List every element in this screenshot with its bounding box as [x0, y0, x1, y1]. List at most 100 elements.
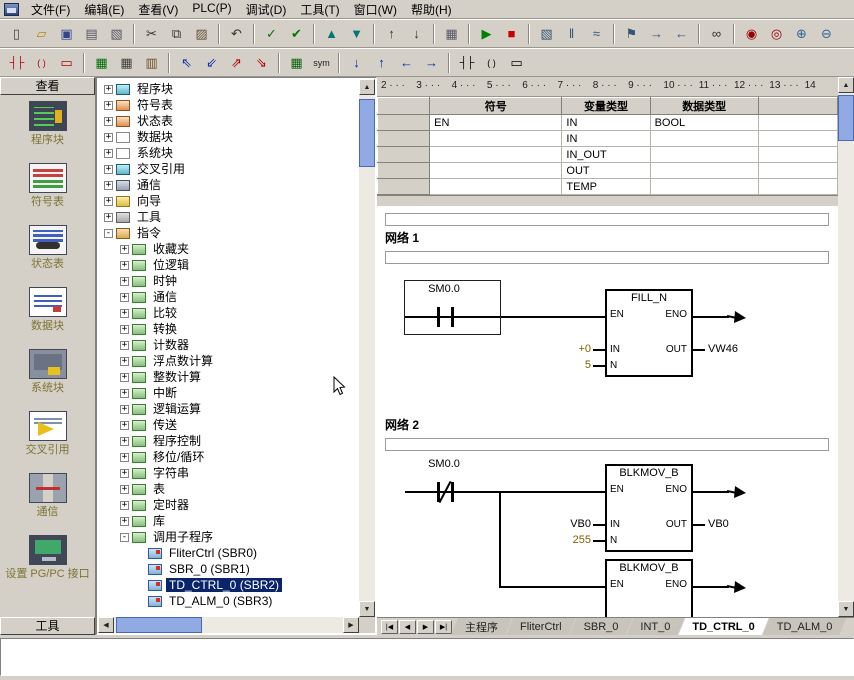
collapse-icon[interactable]: -: [120, 533, 129, 542]
expand-icon[interactable]: +: [120, 341, 129, 350]
tab-td-alm-0[interactable]: TD_ALM_0: [763, 618, 847, 635]
menu-item-file[interactable]: 文件(F): [24, 0, 77, 20]
tree-item-program-control[interactable]: +程序控制: [98, 433, 359, 449]
first-tab-button[interactable]: |◀: [381, 620, 398, 634]
empty-cell[interactable]: [758, 147, 837, 163]
expand-icon[interactable]: +: [120, 277, 129, 286]
insert-contact-icon[interactable]: ┤├: [5, 52, 28, 74]
tree-item-timers[interactable]: +定时器: [98, 497, 359, 513]
stop-icon[interactable]: ■: [500, 23, 523, 45]
viewbar-item-system-block[interactable]: 系统块: [0, 349, 95, 411]
symbol-cell[interactable]: [430, 163, 562, 179]
row-selector[interactable]: [378, 115, 430, 131]
viewbar-item-communications[interactable]: 通信: [0, 473, 95, 535]
tree-item-system-block[interactable]: +系统块: [98, 145, 359, 161]
find-icon[interactable]: ∞: [705, 23, 728, 45]
tree-item-logical-operations[interactable]: +逻辑运算: [98, 401, 359, 417]
expand-icon[interactable]: +: [120, 293, 129, 302]
symbol-info-toggle-icon[interactable]: ▥: [140, 52, 163, 74]
tree-item-table[interactable]: +表: [98, 481, 359, 497]
branch-remove-icon[interactable]: ⇘: [250, 52, 273, 74]
scroll-right-button[interactable]: ▶: [343, 617, 359, 633]
branch-insert-icon[interactable]: ⇗: [225, 52, 248, 74]
tree-item-compare[interactable]: +比较: [98, 305, 359, 321]
ladder-canvas[interactable]: 网络 1SM0.0FILL_NENIN+0N5ENOOUTVW46网络 2SM0…: [377, 207, 838, 619]
options-icon[interactable]: ▦: [440, 23, 463, 45]
tree-item-communications[interactable]: +通信: [98, 177, 359, 193]
tree-item-call-subroutines[interactable]: -调用子程序: [98, 529, 359, 545]
operand-value[interactable]: VB0: [708, 518, 729, 530]
line-right-icon[interactable]: →: [420, 52, 443, 74]
contact-element-icon[interactable]: ┤├: [455, 52, 478, 74]
expand-icon[interactable]: +: [120, 517, 129, 526]
scroll-up-button[interactable]: ▲: [838, 77, 854, 93]
expand-icon[interactable]: +: [120, 405, 129, 414]
pause-status-icon[interactable]: ‖: [560, 23, 583, 45]
tree-vertical-scrollbar[interactable]: ▲ ▼: [359, 79, 375, 617]
var-table-header[interactable]: 变量类型: [562, 98, 650, 115]
tree-item-interrupt[interactable]: +中断: [98, 385, 359, 401]
expand-icon[interactable]: +: [104, 85, 113, 94]
tree-item-symbol-table[interactable]: +符号表: [98, 97, 359, 113]
tree-item-shift-rotate[interactable]: +移位/循环: [98, 449, 359, 465]
tree-item-convert[interactable]: +转换: [98, 321, 359, 337]
last-tab-button[interactable]: ▶|: [435, 620, 452, 634]
tree-item-status-chart[interactable]: +状态表: [98, 113, 359, 129]
expand-icon[interactable]: +: [104, 181, 113, 190]
tree-item-sub-td-ctrl-0[interactable]: TD_CTRL_0 (SBR2): [98, 577, 359, 593]
tools-bar-button[interactable]: 工具: [0, 617, 95, 635]
menu-item-tools[interactable]: 工具(T): [293, 0, 346, 20]
compile-icon[interactable]: ✓: [260, 23, 283, 45]
force-icon[interactable]: ◉: [740, 23, 763, 45]
sort-ascending-icon[interactable]: ↑: [380, 23, 403, 45]
tree-item-integer-math[interactable]: +整数计算: [98, 369, 359, 385]
symbol-cell[interactable]: [430, 147, 562, 163]
network-comment-box[interactable]: [385, 438, 829, 451]
expand-icon[interactable]: +: [120, 501, 129, 510]
insert-coil-icon[interactable]: ( ): [30, 52, 53, 74]
tree-item-favorites[interactable]: +收藏夹: [98, 241, 359, 257]
tree-item-tools[interactable]: +工具: [98, 209, 359, 225]
tree-item-program-block[interactable]: +程序块: [98, 81, 359, 97]
network-comment-box[interactable]: [385, 251, 829, 264]
cut-icon[interactable]: ✂: [140, 23, 163, 45]
menu-item-help[interactable]: 帮助(H): [404, 0, 459, 20]
data-type-cell[interactable]: [650, 147, 758, 163]
scroll-down-button[interactable]: ▼: [359, 601, 375, 617]
empty-cell[interactable]: [758, 179, 837, 195]
tree-item-wizards[interactable]: +向导: [98, 193, 359, 209]
app-icon[interactable]: [4, 3, 19, 16]
operand-value[interactable]: VB0: [527, 518, 591, 530]
bookmark-prev-icon[interactable]: ←: [670, 23, 693, 45]
data-type-cell[interactable]: BOOL: [650, 115, 758, 131]
scroll-thumb[interactable]: [116, 617, 202, 633]
tree-item-counters[interactable]: +计数器: [98, 337, 359, 353]
tab-main[interactable]: 主程序: [451, 618, 512, 635]
scroll-down-button[interactable]: ▼: [838, 601, 854, 617]
write-all-forced-icon[interactable]: ⊖: [815, 23, 838, 45]
expand-icon[interactable]: +: [120, 309, 129, 318]
bookmark-next-icon[interactable]: →: [645, 23, 668, 45]
expand-icon[interactable]: +: [120, 453, 129, 462]
expand-icon[interactable]: +: [120, 261, 129, 270]
expand-icon[interactable]: +: [104, 101, 113, 110]
next-tab-button[interactable]: ▶: [417, 620, 434, 634]
expand-icon[interactable]: +: [120, 485, 129, 494]
tree-item-sub-fliterctrl[interactable]: FliterCtrl (SBR0): [98, 545, 359, 561]
tree-item-data-block[interactable]: +数据块: [98, 129, 359, 145]
coil-element-icon[interactable]: ( ): [480, 52, 503, 74]
menu-item-edit[interactable]: 编辑(E): [77, 0, 131, 20]
tree-item-move[interactable]: +传送: [98, 417, 359, 433]
tree-item-sub-td-alm-0[interactable]: TD_ALM_0 (SBR3): [98, 593, 359, 609]
bookmark-toggle-icon[interactable]: ⚑: [620, 23, 643, 45]
var-type-cell[interactable]: OUT: [562, 163, 650, 179]
viewbar-item-cross-reference[interactable]: 交叉引用: [0, 411, 95, 473]
expand-icon[interactable]: +: [120, 421, 129, 430]
menu-item-plc[interactable]: PLC(P): [185, 0, 238, 20]
print-preview-icon[interactable]: ▧: [105, 23, 128, 45]
var-type-cell[interactable]: IN_OUT: [562, 147, 650, 163]
symbol-table-toggle-icon[interactable]: ▦: [90, 52, 113, 74]
insert-box-icon[interactable]: ▭: [55, 52, 78, 74]
tree-item-instructions[interactable]: -指令: [98, 225, 359, 241]
download-icon[interactable]: ▼: [345, 23, 368, 45]
